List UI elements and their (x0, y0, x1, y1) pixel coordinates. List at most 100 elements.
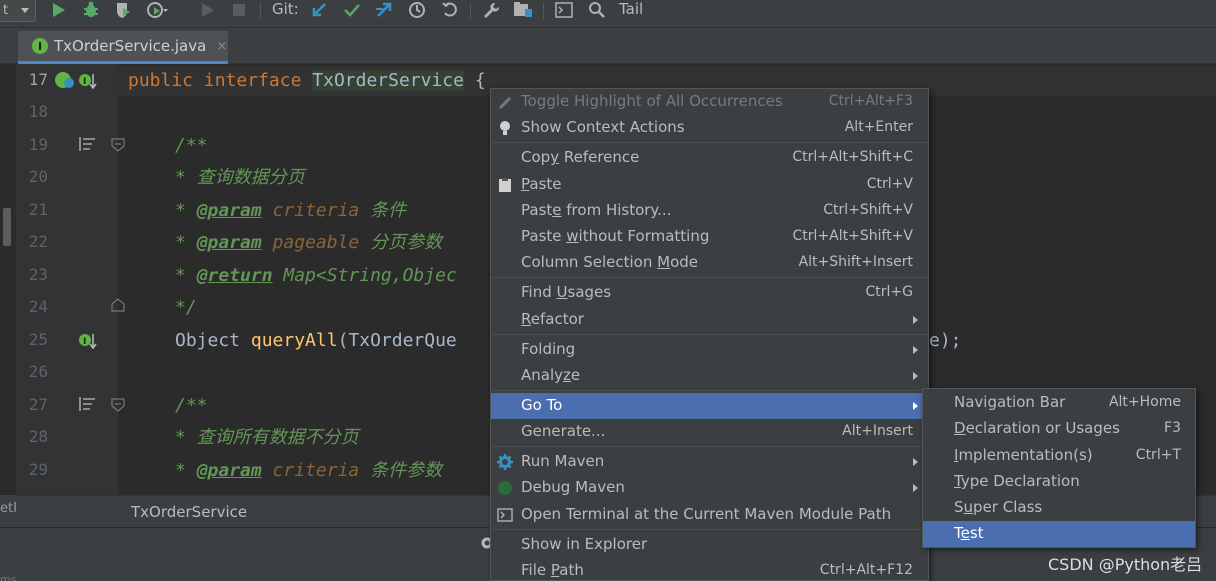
breadcrumb-item[interactable]: TxOrderService (131, 503, 247, 521)
profiler-icon[interactable] (146, 0, 168, 20)
highlight-icon (497, 94, 513, 110)
git-update-icon[interactable] (308, 0, 330, 20)
git-commit-icon[interactable] (341, 0, 363, 20)
close-icon[interactable]: × (216, 39, 227, 54)
menu-item-debug-maven[interactable]: Debug Maven (491, 475, 928, 501)
submenu-item-test[interactable]: Test (923, 521, 1195, 547)
menu-item-paste-without-formatting[interactable]: Paste without Formatting Ctrl+Alt+Shift+… (491, 224, 928, 250)
menu-item-shortcut: Ctrl+G (865, 284, 914, 300)
code-line-21: * @param criteria 条件 (175, 198, 406, 224)
submenu-arrow-icon (913, 372, 918, 380)
render-doc-icon[interactable] (78, 396, 96, 416)
submenu-item-type-declaration[interactable]: Type Declaration (923, 469, 1195, 495)
submenu-arrow-icon (913, 316, 918, 324)
implemented-icon[interactable] (54, 70, 76, 94)
search-icon[interactable] (586, 0, 608, 20)
project-structure-icon[interactable] (512, 0, 534, 20)
wrench-icon[interactable] (480, 0, 502, 20)
toolbar-separator (470, 3, 471, 19)
project-panel-stub: etR (0, 495, 16, 527)
fold-icon[interactable] (111, 138, 125, 156)
submenu-item-navigation-bar[interactable]: Navigation Bar Alt+Home (923, 390, 1195, 416)
gear-icon (497, 454, 513, 470)
menu-item-open-terminal[interactable]: Open Terminal at the Current Maven Modul… (491, 502, 928, 528)
menu-item-shortcut: Alt+Insert (842, 423, 913, 439)
menu-item-find-usages[interactable]: Find Usages Ctrl+G (491, 280, 928, 306)
run-config-dropdown[interactable]: t (0, 0, 36, 22)
code-line-24: */ (175, 297, 197, 318)
fold-icon[interactable] (111, 398, 125, 416)
menu-item-paste[interactable]: Paste Ctrl+V (491, 172, 928, 198)
menu-item-folding[interactable]: Folding (491, 337, 928, 363)
comment: * (175, 265, 197, 286)
implementation-arrow-icon[interactable]: I (78, 332, 98, 354)
line-number: 26 (28, 362, 48, 381)
implementation-arrow-icon[interactable]: I (78, 72, 98, 94)
mnemonic: P (550, 561, 560, 579)
comment: 条件参数 (359, 460, 443, 481)
class-name: TxOrderService (312, 70, 464, 91)
menu-item-label: Folding (521, 340, 576, 358)
menu-item-toggle-highlight[interactable]: Toggle Highlight of All Occurrences Ctrl… (491, 89, 928, 115)
main-toolbar: t Git: Tail (0, 0, 1216, 28)
line-number: 24 (28, 297, 48, 316)
code-line-27: /** (175, 395, 208, 416)
doc-param: criteria (261, 460, 360, 481)
run-icon[interactable] (48, 0, 70, 20)
method-name: queryAll (250, 330, 338, 351)
left-scrollbar-thumb[interactable] (3, 208, 11, 246)
tab-txorderservice[interactable]: I TxOrderService.java × (18, 31, 228, 64)
menu-item-label: Debug Maven (521, 478, 625, 496)
history-icon[interactable] (406, 0, 428, 20)
label-part: ype Declaration (960, 472, 1080, 490)
menu-item-column-selection-mode[interactable]: Column Selection Mode Alt+Shift+Insert (491, 250, 928, 276)
code-line-25: Object queryAll(TxOrderQue (175, 328, 457, 354)
line-number: 17 (28, 70, 48, 89)
comment: * (175, 200, 197, 221)
menu-item-analyze[interactable]: Analyze (491, 363, 928, 389)
menu-item-generate[interactable]: Generate... Alt+Insert (491, 419, 928, 445)
terminal-icon[interactable] (553, 0, 575, 20)
menu-item-shortcut: Ctrl+V (866, 176, 913, 192)
render-doc-icon[interactable] (78, 136, 96, 156)
menu-item-copy-reference[interactable]: Copy Reference Ctrl+Alt+Shift+C (491, 145, 928, 171)
rollback-icon[interactable] (439, 0, 461, 20)
menu-item-label: Super Class (954, 498, 1042, 516)
menu-item-paste-from-history[interactable]: Paste from History... Ctrl+Shift+V (491, 198, 928, 224)
submenu-item-implementations[interactable]: Implementation(s) Ctrl+T (923, 443, 1195, 469)
submenu-arrow-icon (913, 484, 918, 492)
label-part: Column Selection (521, 253, 658, 271)
svg-text:I: I (83, 337, 86, 347)
tail-label[interactable]: Tail (619, 0, 643, 18)
clipboard-icon (497, 177, 513, 193)
git-push-icon[interactable] (373, 0, 395, 20)
coverage-icon[interactable] (112, 0, 134, 20)
stop-icon (228, 0, 250, 20)
mnemonic: y (550, 148, 560, 166)
label-part: sages (567, 283, 612, 301)
line-number: 25 (28, 330, 48, 349)
mnemonic: z (563, 366, 571, 384)
submenu-arrow-icon (913, 458, 918, 466)
menu-item-run-maven[interactable]: Run Maven (491, 449, 928, 475)
fold-end-icon[interactable] (111, 298, 125, 316)
menu-item-refactor[interactable]: Refactor (491, 307, 928, 333)
menu-item-shortcut: F3 (1164, 420, 1181, 436)
menu-item-file-path[interactable]: File Path Ctrl+Alt+F12 (491, 558, 928, 581)
submenu-item-super-class[interactable]: Super Class (923, 495, 1195, 521)
comment: * (175, 232, 197, 253)
menu-item-show-in-explorer[interactable]: Show in Explorer (491, 532, 928, 558)
line-number: 23 (28, 265, 48, 284)
menu-item-go-to[interactable]: Go To (491, 393, 928, 419)
line-number: 27 (28, 395, 48, 414)
menu-item-show-context-actions[interactable]: Show Context Actions Alt+Enter (491, 115, 928, 141)
menu-item-shortcut: Ctrl+Alt+F12 (819, 562, 913, 578)
mnemonic: u (963, 498, 974, 516)
label-part: ath (559, 561, 584, 579)
menu-item-label: Run Maven (521, 452, 605, 470)
brace: { (474, 70, 486, 91)
mnemonic: R (521, 310, 531, 328)
mnemonic: U (556, 283, 568, 301)
debug-icon[interactable] (80, 0, 102, 20)
submenu-item-declaration-or-usages[interactable]: Declaration or Usages F3 (923, 416, 1195, 442)
